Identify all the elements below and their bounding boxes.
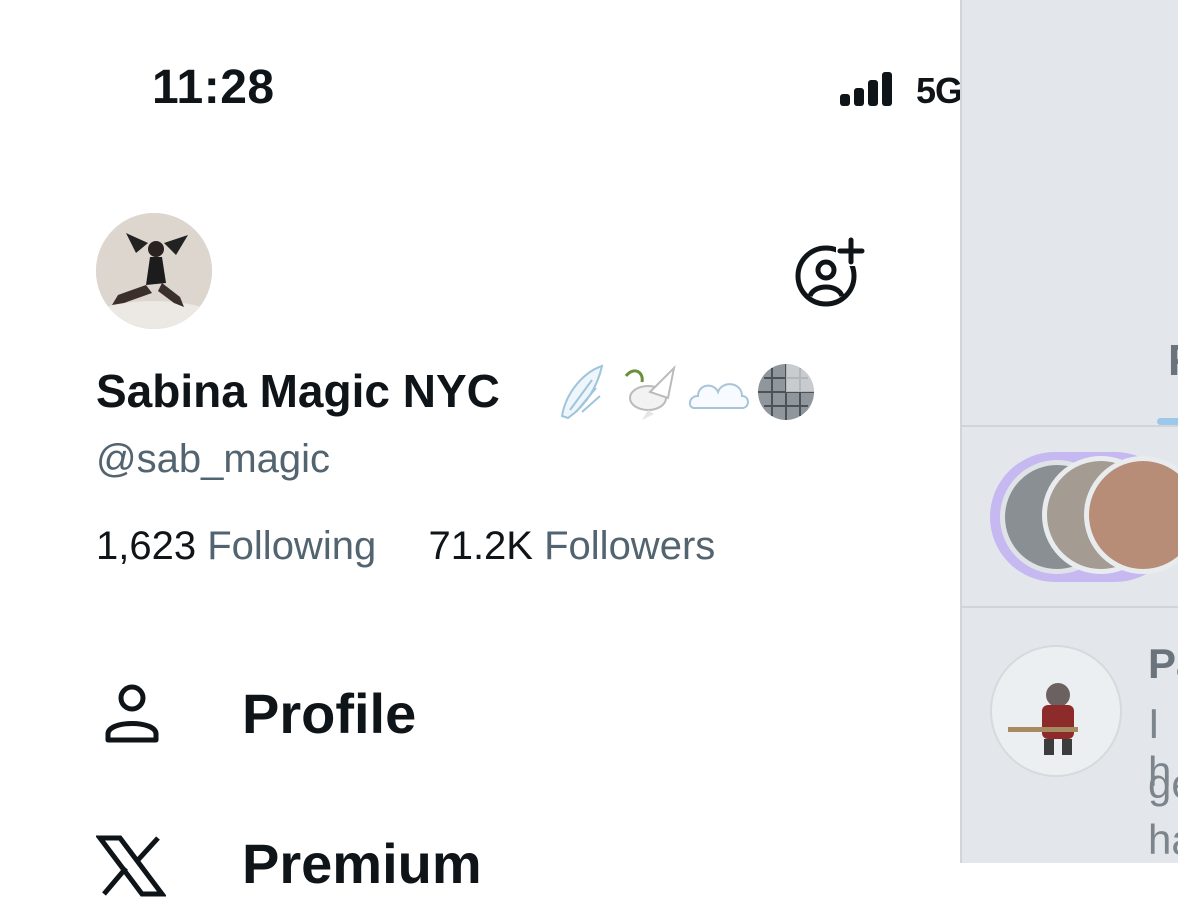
name-emoji-group bbox=[560, 364, 814, 420]
tab-underline bbox=[1157, 418, 1178, 425]
x-logo-icon bbox=[96, 828, 166, 898]
menu-item-profile[interactable]: Profile bbox=[96, 678, 416, 748]
following-stat[interactable]: 1,623 Following bbox=[96, 524, 376, 568]
cellular-signal-icon bbox=[840, 70, 900, 106]
wing-icon bbox=[560, 364, 604, 420]
dove-icon bbox=[624, 364, 676, 420]
post-author-name[interactable]: Pa bbox=[1148, 640, 1178, 688]
follow-stats: 1,623 Following 71.2K Followers bbox=[96, 524, 715, 569]
followers-label: Followers bbox=[544, 524, 716, 568]
cloud-icon bbox=[688, 383, 749, 409]
followers-count: 71.2K bbox=[428, 524, 533, 568]
post-text-line: ge bbox=[1148, 760, 1178, 807]
timeline-overlay[interactable]: F Pa I h ge ha bbox=[960, 0, 1178, 863]
following-count: 1,623 bbox=[96, 524, 197, 568]
menu-item-label: Premium bbox=[242, 831, 482, 895]
network-type: 5G bbox=[916, 70, 963, 111]
divider bbox=[962, 606, 1178, 608]
person-icon bbox=[96, 678, 166, 748]
post-author-avatar[interactable] bbox=[990, 645, 1122, 777]
profile-avatar[interactable] bbox=[96, 213, 212, 329]
status-time: 11:28 bbox=[152, 61, 275, 114]
divider bbox=[962, 425, 1178, 427]
add-account-icon[interactable] bbox=[790, 232, 870, 312]
followers-stat[interactable]: 71.2K Followers bbox=[428, 524, 715, 568]
display-name: Sabina Magic NYC bbox=[96, 365, 500, 417]
post-text-line: ha bbox=[1148, 816, 1178, 863]
menu-item-premium[interactable]: Premium bbox=[96, 828, 482, 898]
user-handle: @sab_magic bbox=[96, 437, 331, 481]
timeline-tab[interactable]: F bbox=[1168, 336, 1178, 386]
menu-item-label: Profile bbox=[242, 681, 417, 745]
following-label: Following bbox=[207, 524, 377, 568]
mirror-ball-icon bbox=[758, 364, 814, 420]
